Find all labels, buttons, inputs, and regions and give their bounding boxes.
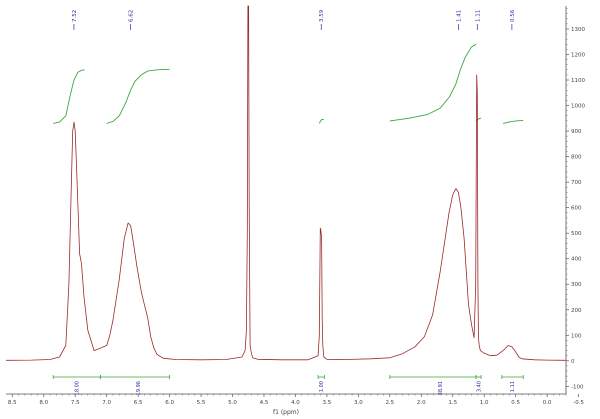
spectrum-line xyxy=(5,5,567,361)
x-tick-label: 8.0 xyxy=(39,400,48,406)
x-tick-label: 2.5 xyxy=(385,400,394,406)
integral-curve xyxy=(318,118,324,124)
peak-label: 7.52 xyxy=(72,10,78,22)
integral-curves xyxy=(53,43,524,124)
y-tick-label: 1000 xyxy=(571,104,585,110)
y-tick-label: 300 xyxy=(571,282,582,288)
spectrum-series xyxy=(5,5,567,361)
y-tick-label: 500 xyxy=(571,231,582,237)
y-tick-label: 900 xyxy=(571,129,582,135)
x-tick-label: 3.0 xyxy=(354,400,363,406)
x-tick-label: 4.5 xyxy=(260,400,269,406)
y-tick-label: 1200 xyxy=(571,53,585,59)
integration-value: 38.91 xyxy=(438,381,444,395)
nmr-spectrum-chart: 7.52 6.62 3.59 1.41 1.11 0.56 18.00 19.96 1.00 3… xyxy=(5,5,585,416)
y-tick-label: 600 xyxy=(571,206,582,212)
x-tick-label: 8.5 xyxy=(8,400,17,406)
integral-curve xyxy=(53,69,85,124)
x-tick-label: 1.0 xyxy=(480,400,489,406)
x-axis-label: f1 (ppm) xyxy=(273,409,299,416)
x-tick-label: 5.5 xyxy=(197,400,206,406)
x-tick-label: 0.5 xyxy=(511,400,520,406)
integration-value: 1.11 xyxy=(510,381,516,392)
x-tick-label: 7.5 xyxy=(71,400,80,406)
y-tick-label: 800 xyxy=(571,155,582,161)
y-tick-label: 100 xyxy=(571,333,582,339)
y-tick-label: 200 xyxy=(571,308,582,314)
integral-curve xyxy=(502,119,524,124)
peak-labels: 7.52 6.62 3.59 1.41 1.11 0.56 xyxy=(72,9,516,30)
x-tick-label: 7.0 xyxy=(102,400,111,406)
y-tick-label: 1100 xyxy=(571,78,585,84)
x-tick-label: 6.0 xyxy=(165,400,174,406)
x-axis: 8.5 8.0 7.5 7.0 6.5 6.0 5.5 5.0 4.5 4.0 3.5 3.0 2.5 2… xyxy=(6,393,584,406)
integral-curve xyxy=(389,43,477,122)
integral-curve xyxy=(106,68,170,124)
y-tick-label: 1300 xyxy=(571,27,585,33)
peak-label: 6.62 xyxy=(129,10,135,22)
y-tick-label: 700 xyxy=(571,180,582,186)
integration-value: 19.96 xyxy=(136,381,142,395)
peak-label: 1.41 xyxy=(456,10,462,22)
x-tick-label: 4.0 xyxy=(291,400,300,406)
integration-value: 3.40 xyxy=(477,381,483,392)
integration-value: 18.00 xyxy=(74,381,80,395)
y-tick-label: -100 xyxy=(571,384,584,390)
peak-label: 0.56 xyxy=(510,9,516,22)
peak-label: 3.59 xyxy=(319,9,325,22)
x-tick-label: 5.0 xyxy=(228,400,237,406)
x-tick-label: 6.5 xyxy=(134,400,143,406)
x-tick-label: 2.0 xyxy=(417,400,426,406)
x-tick-label: -0.5 xyxy=(573,400,584,406)
x-tick-label: 0.0 xyxy=(543,400,552,406)
y-tick-label: 400 xyxy=(571,257,582,263)
peak-label: 1.11 xyxy=(475,10,481,22)
y-tick-label: 0 xyxy=(571,359,575,365)
integration-ranges: 18.00 19.96 1.00 38.91 3.40 1.11 xyxy=(52,375,524,395)
x-tick-label: 1.5 xyxy=(448,400,457,406)
y-axis: -100 0 100 200 300 400 500 600 700 800 900 1000 1100… xyxy=(565,6,585,394)
integration-value: 1.00 xyxy=(319,381,325,392)
x-tick-label: 3.5 xyxy=(323,400,332,406)
